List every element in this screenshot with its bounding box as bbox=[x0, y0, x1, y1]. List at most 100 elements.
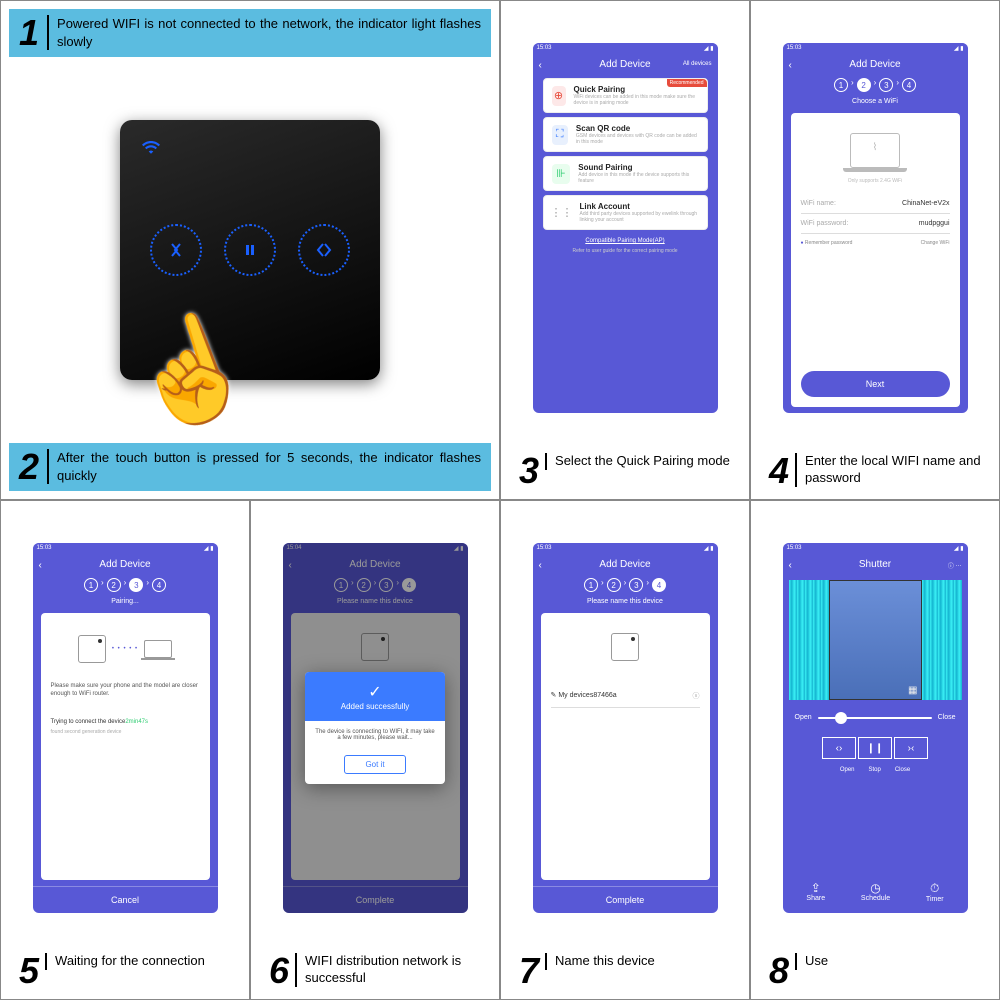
more-icon[interactable]: ⓘ ⋯ bbox=[948, 561, 962, 570]
cancel-button[interactable]: Cancel bbox=[33, 887, 218, 913]
router-icon: ⌇ bbox=[850, 133, 900, 168]
support-text: Only supports 2.4G WiFi bbox=[801, 178, 950, 184]
back-icon[interactable]: ‹ bbox=[39, 560, 42, 571]
caption-3: 3 Select the Quick Pairing mode bbox=[509, 447, 741, 491]
phone-screen-7: 15:03◢ ▮ ‹Add Device 1›2›3›4 Please name… bbox=[533, 543, 718, 913]
step-6-cell: 15:04◢ ▮ ‹Add Device 1›2›3›4 Please name… bbox=[250, 500, 500, 1000]
banner-2: 2 After the touch button is pressed for … bbox=[9, 443, 491, 491]
status-time: 15:03 bbox=[537, 545, 552, 553]
subtitle: Please name this device bbox=[533, 596, 718, 607]
device-illustration: ☝ bbox=[9, 57, 491, 443]
link-account-option[interactable]: ⋮⋮ Link AccountAdd third party devices s… bbox=[543, 195, 708, 230]
screen-title: ‹Add DeviceAll devices bbox=[533, 55, 718, 74]
wifi-icon bbox=[142, 138, 160, 159]
step-number: 8 bbox=[769, 953, 789, 989]
step-text: Select the Quick Pairing mode bbox=[545, 453, 730, 470]
subtitle: Choose a WiFi bbox=[783, 96, 968, 107]
step-number: 5 bbox=[19, 953, 39, 989]
device-name-input[interactable]: ✎ My devices87466aⓧ bbox=[551, 685, 700, 708]
back-icon[interactable]: ‹ bbox=[539, 560, 542, 571]
step-text: After the touch button is pressed for 5 … bbox=[47, 449, 481, 484]
subtitle: Pairing... bbox=[33, 596, 218, 607]
step-1-2-cell: 1 Powered WIFI is not connected to the n… bbox=[0, 0, 500, 500]
router-icon bbox=[144, 640, 172, 658]
step-number: 7 bbox=[519, 953, 539, 989]
back-icon[interactable]: ‹ bbox=[789, 60, 792, 71]
wifi-password-input[interactable]: WiFi password:mudpggui bbox=[801, 214, 950, 234]
wifi-form: ⌇ Only supports 2.4G WiFi WiFi name:Chin… bbox=[791, 113, 960, 407]
step-number: 6 bbox=[269, 953, 289, 989]
step-text: Name this device bbox=[545, 953, 655, 970]
sound-pairing-option[interactable]: ⊪ Sound PairingAdd device in this mode i… bbox=[543, 156, 708, 191]
found-text: found second generation device bbox=[51, 729, 200, 735]
name-panel: ✎ My devices87466aⓧ bbox=[541, 613, 710, 880]
hand-pointer-icon: ☝ bbox=[112, 295, 269, 448]
back-icon[interactable]: ‹ bbox=[539, 60, 542, 71]
stepper: 1›2›3›4 bbox=[783, 74, 968, 96]
close-button[interactable]: ›‹ bbox=[894, 737, 928, 759]
phone-screen-4: 15:03 ◢ ▮ ‹Add Device 1›2›3›4 Choose a Wi… bbox=[783, 43, 968, 413]
stop-button[interactable]: ❙❙ bbox=[858, 737, 892, 759]
scan-qr-option[interactable]: ⛶ Scan QR codeGSM devices and devices wi… bbox=[543, 117, 708, 152]
open-button[interactable]: ‹› bbox=[822, 737, 856, 759]
stepper: 1›2›3›4 bbox=[33, 574, 218, 596]
wifi-name-input[interactable]: WiFi name:ChinaNet-eV2x bbox=[801, 194, 950, 214]
pause-button bbox=[224, 224, 276, 276]
device-icon bbox=[611, 633, 639, 661]
all-devices-link[interactable]: All devices bbox=[683, 61, 712, 67]
screen-title: ‹Add Device bbox=[533, 555, 718, 574]
status-time: 15:03 bbox=[37, 545, 52, 553]
schedule-button[interactable]: ◷Schedule bbox=[861, 881, 890, 903]
status-icons: ◢ ▮ bbox=[204, 545, 214, 553]
screen-title: ‹Add Device bbox=[783, 55, 968, 74]
position-slider[interactable]: Open Close bbox=[783, 706, 968, 729]
recommended-badge: Recommended bbox=[667, 79, 707, 87]
trying-text: Trying to connect the device2min47s bbox=[51, 719, 200, 725]
step-text: WIFI distribution network is successful bbox=[295, 953, 481, 987]
caption-7: 7 Name this device bbox=[509, 947, 741, 991]
screen-title: ‹Add Device bbox=[33, 555, 218, 574]
next-button[interactable]: Next bbox=[801, 371, 950, 397]
change-wifi-link[interactable]: Change WiFi bbox=[921, 240, 950, 246]
picture-icon: ▦ bbox=[908, 685, 917, 696]
refer-text: Refer to user guide for the correct pair… bbox=[533, 248, 718, 254]
remember-checkbox[interactable]: ● Remember password bbox=[801, 240, 853, 246]
modal-body: The device is connecting to WIFI, it may… bbox=[305, 721, 445, 749]
caption-4: 4 Enter the local WIFI name and password bbox=[759, 447, 991, 491]
complete-button[interactable]: Complete bbox=[533, 887, 718, 913]
connection-illustration: • • • • • bbox=[51, 623, 200, 675]
sound-icon: ⊪ bbox=[552, 164, 571, 184]
back-icon[interactable]: ‹ bbox=[789, 560, 792, 571]
link-icon: ⋮⋮ bbox=[552, 203, 572, 223]
status-icons: ◢ ▮ bbox=[704, 45, 714, 53]
phone-screen-6: 15:04◢ ▮ ‹Add Device 1›2›3›4 Please name… bbox=[283, 543, 468, 913]
timer-button[interactable]: ⏱Timer bbox=[926, 881, 944, 903]
device-icon bbox=[78, 635, 106, 663]
share-button[interactable]: ⇪Share bbox=[806, 881, 825, 903]
status-icons: ◢ ▮ bbox=[954, 545, 964, 553]
step-text: Waiting for the connection bbox=[45, 953, 205, 970]
step-number: 1 bbox=[19, 15, 39, 51]
status-time: 15:03 bbox=[537, 45, 552, 53]
status-time: 15:03 bbox=[787, 45, 802, 53]
compat-mode-link[interactable]: Compatible Pairing Mode(AP) bbox=[533, 234, 718, 248]
wifi-switch-device: ☝ bbox=[120, 120, 380, 380]
status-icons: ◢ ▮ bbox=[704, 545, 714, 553]
step-4-cell: 15:03 ◢ ▮ ‹Add Device 1›2›3›4 Choose a Wi… bbox=[750, 0, 1000, 500]
qr-icon: ⛶ bbox=[552, 125, 568, 145]
got-it-button[interactable]: Got it bbox=[344, 755, 405, 774]
success-modal: ✓Added successfully The device is connec… bbox=[305, 672, 445, 784]
caption-8: 8 Use bbox=[759, 947, 991, 991]
pairing-icon: ⊕ bbox=[552, 86, 566, 106]
quick-pairing-option[interactable]: Recommended ⊕ Quick PairingWiFi devices … bbox=[543, 78, 708, 113]
instruction-text: Please make sure your phone and the mode… bbox=[51, 683, 200, 699]
ctrl-labels: OpenStopClose bbox=[783, 767, 968, 773]
step-number: 4 bbox=[769, 453, 789, 489]
status-icons: ◢ ▮ bbox=[954, 45, 964, 53]
close-curtain-button bbox=[150, 224, 202, 276]
caption-6: 6 WIFI distribution network is successfu… bbox=[259, 947, 491, 991]
step-8-cell: 15:03◢ ▮ ‹Shutterⓘ ⋯ ▦ Open Close ‹› ❙❙ … bbox=[750, 500, 1000, 1000]
step-text: Enter the local WIFI name and password bbox=[795, 453, 981, 487]
phone-screen-8: 15:03◢ ▮ ‹Shutterⓘ ⋯ ▦ Open Close ‹› ❙❙ … bbox=[783, 543, 968, 913]
screen-title: ‹Shutterⓘ ⋯ bbox=[783, 555, 968, 574]
